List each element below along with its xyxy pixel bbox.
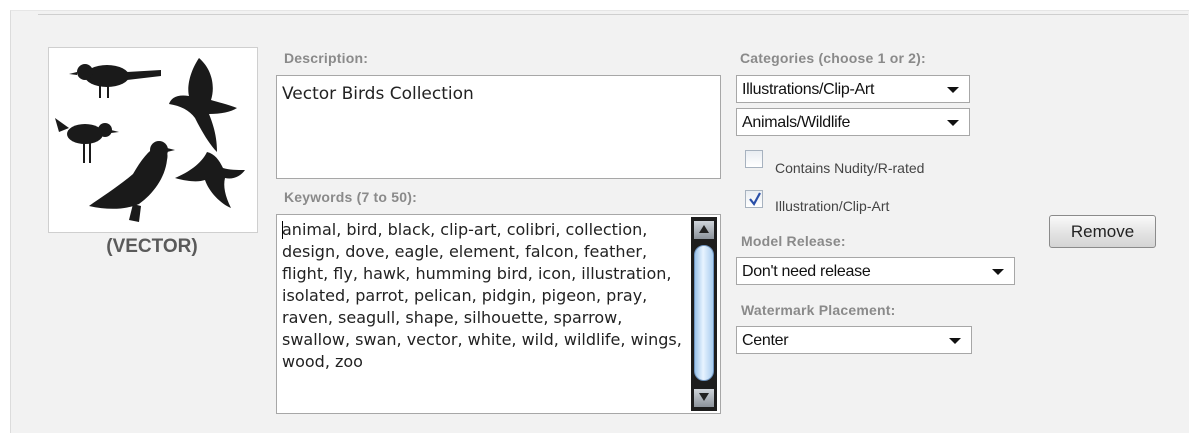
keywords-field[interactable]: animal, bird, black, clip-art, colibri, …: [276, 214, 721, 414]
model-release-value: Don't need release: [742, 263, 871, 280]
divider: [38, 14, 1188, 15]
keywords-value: animal, bird, black, clip-art, colibri, …: [282, 220, 682, 371]
model-release-select[interactable]: Don't need release: [736, 257, 1015, 285]
dropdown-arrow-icon: [992, 269, 1004, 275]
keywords-label: Keywords (7 to 50):: [284, 189, 417, 205]
categories-label: Categories (choose 1 or 2):: [740, 50, 926, 66]
watermark-label: Watermark Placement:: [741, 302, 896, 318]
category-primary-select[interactable]: Illustrations/Clip-Art: [736, 75, 970, 103]
dropdown-arrow-icon: [949, 338, 961, 344]
watermark-value: Center: [742, 332, 789, 349]
keywords-scrollbar[interactable]: [691, 217, 717, 411]
description-label: Description:: [284, 50, 369, 66]
model-release-label: Model Release:: [741, 233, 846, 249]
category-primary-value: Illustrations/Clip-Art: [742, 81, 875, 98]
nudity-checkbox-label: Contains Nudity/R-rated: [775, 160, 925, 176]
scrollbar-thumb[interactable]: [694, 245, 714, 381]
category-secondary-value: Animals/Wildlife: [742, 114, 851, 131]
image-thumbnail[interactable]: [48, 47, 258, 233]
birds-silhouette-image: [55, 58, 245, 222]
nudity-checkbox[interactable]: [745, 150, 763, 168]
checkmark-icon: [749, 192, 761, 206]
watermark-select[interactable]: Center: [736, 326, 972, 354]
illustration-checkbox-label: Illustration/Clip-Art: [775, 198, 890, 214]
category-secondary-select[interactable]: Animals/Wildlife: [736, 108, 970, 136]
remove-button[interactable]: Remove: [1049, 215, 1156, 248]
dropdown-arrow-icon: [947, 120, 959, 126]
scroll-up-icon[interactable]: [694, 221, 714, 239]
dropdown-arrow-icon: [947, 87, 959, 93]
thumbnail-caption: (VECTOR): [106, 236, 198, 257]
illustration-checkbox[interactable]: [745, 190, 763, 208]
description-value: Vector Birds Collection: [282, 84, 474, 104]
scroll-down-icon[interactable]: [694, 389, 714, 407]
description-field[interactable]: Vector Birds Collection: [276, 75, 721, 179]
